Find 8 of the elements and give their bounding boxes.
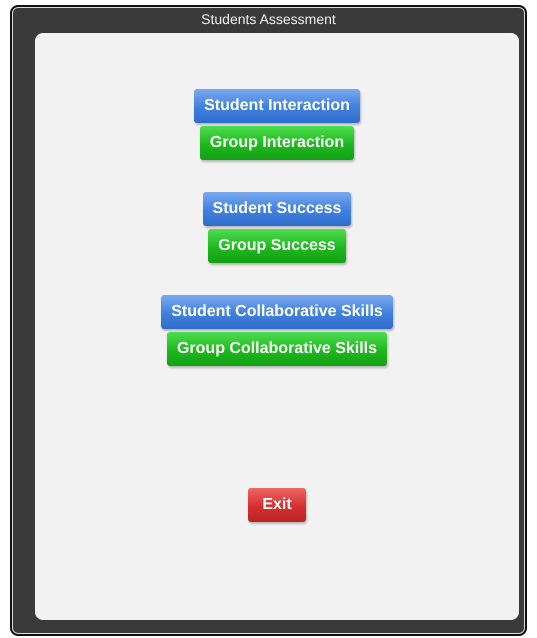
student-button[interactable]: Student Success — [202, 192, 352, 226]
student-button[interactable]: Student Interaction — [194, 89, 360, 123]
group-button[interactable]: Group Success — [208, 229, 346, 263]
group-button[interactable]: Group Collaborative Skills — [166, 332, 388, 366]
exit-button[interactable]: Exit — [248, 488, 306, 522]
group-button[interactable]: Group Interaction — [200, 126, 354, 160]
student-button[interactable]: Student Collaborative Skills — [161, 295, 393, 329]
window-title: Students Assessment — [200, 10, 337, 29]
